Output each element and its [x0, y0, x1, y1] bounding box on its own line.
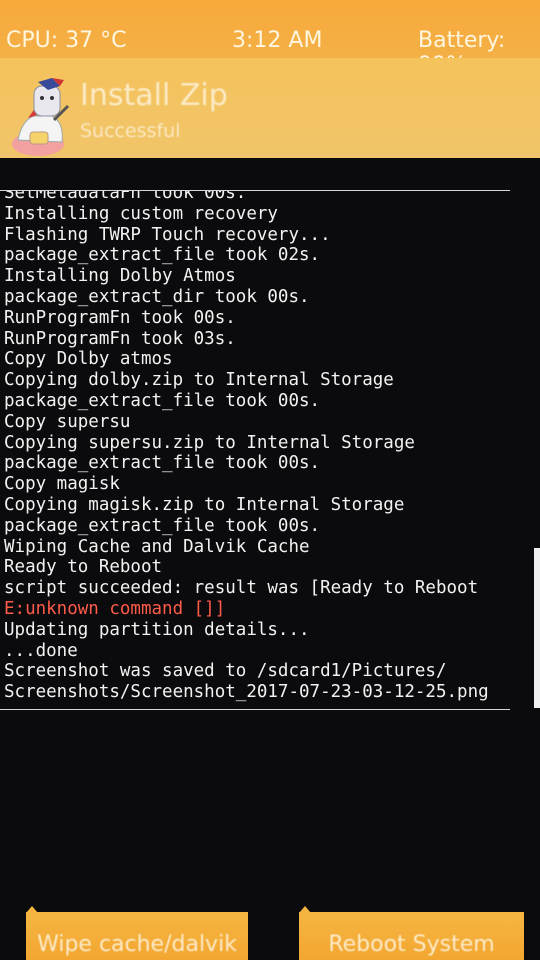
twrp-mascot-logo-icon	[12, 78, 70, 156]
console-line: package_extract_file took 00s.	[4, 453, 321, 474]
console-line: Copy supersu	[4, 411, 131, 432]
wipe-cache-dalvik-button[interactable]: Wipe cache/dalvik	[26, 912, 248, 960]
clock: 3:12 AM	[232, 28, 323, 53]
console-line: script succeeded: result was [Ready to R…	[4, 578, 479, 599]
cpu-temperature: CPU: 37 °C	[6, 28, 127, 53]
console-line: package_extract_file took 00s.	[4, 515, 321, 536]
console-line: Installing Dolby Atmos	[4, 266, 236, 287]
console-log[interactable]: SetMetadataFn took 00s. Installing custom…	[0, 190, 510, 710]
console-line: package_extract_dir took 00s.	[4, 286, 310, 307]
header: Install Zip Successful	[0, 58, 540, 158]
console-line: package_extract_file took 00s.	[4, 390, 321, 411]
console-line: Installing custom recovery	[4, 203, 278, 224]
reboot-system-label: Reboot System	[328, 932, 495, 957]
console-line: Copying dolby.zip to Internal Storage	[4, 370, 394, 391]
console-line: Copying supersu.zip to Internal Storage	[4, 432, 415, 453]
page-title: Install Zip	[80, 78, 228, 113]
console-line: Copy magisk	[4, 474, 120, 495]
console-line: SetMetadataFn took 00s.	[4, 190, 247, 203]
console-line: Ready to Reboot	[4, 557, 163, 578]
wipe-cache-dalvik-label: Wipe cache/dalvik	[37, 932, 237, 957]
console-line: Copy Dolby atmos	[4, 349, 173, 370]
console-lines: SetMetadataFn took 00s. Installing custom…	[4, 190, 489, 703]
reboot-system-button[interactable]: Reboot System	[299, 912, 524, 960]
console-error-line: E:unknown command []]	[4, 598, 226, 619]
console-line: Screenshot was saved to /sdcard1/Picture…	[4, 661, 447, 682]
console-line: Screenshots/Screenshot_2017-07-23-03-12-…	[4, 682, 489, 703]
console-line: Copying magisk.zip to Internal Storage	[4, 494, 405, 515]
console-line: RunProgramFn took 03s.	[4, 328, 236, 349]
status-bar: CPU: 37 °C 3:12 AM Battery: 99%	[0, 0, 540, 78]
console-line: ...done	[4, 640, 78, 661]
console-line: Wiping Cache and Dalvik Cache	[4, 536, 310, 557]
scroll-indicator	[534, 548, 540, 708]
console-line: RunProgramFn took 00s.	[4, 307, 236, 328]
console-line: Flashing TWRP Touch recovery...	[4, 224, 331, 245]
page-subtitle: Successful	[80, 120, 181, 142]
console-line: Updating partition details...	[4, 619, 310, 640]
console-line: package_extract_file took 02s.	[4, 245, 321, 266]
